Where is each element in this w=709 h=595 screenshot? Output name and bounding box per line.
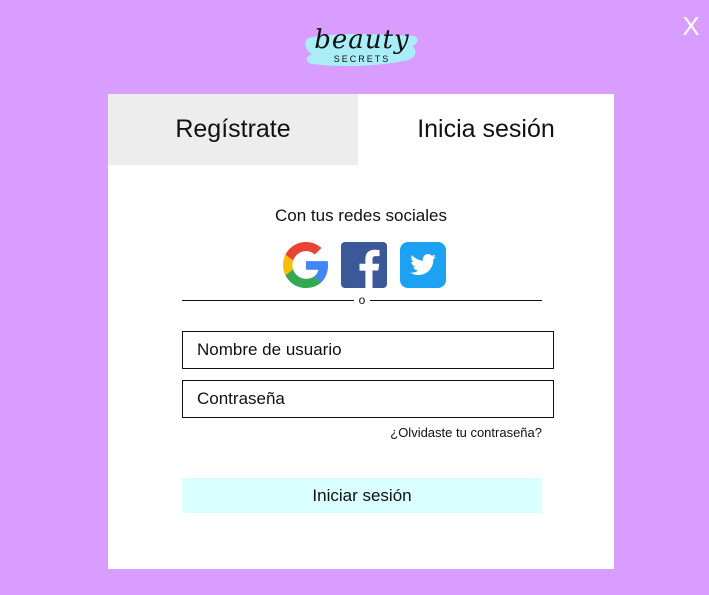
login-dialog: Regístrate Inicia sesión Con tus redes s…	[108, 94, 614, 569]
logo-subtitle: SECRETS	[333, 54, 391, 64]
username-input[interactable]	[182, 331, 554, 369]
tab-login[interactable]: Inicia sesión	[358, 94, 614, 165]
close-button[interactable]: X	[680, 12, 702, 40]
password-input[interactable]	[182, 380, 554, 418]
divider-or: o	[358, 293, 366, 307]
twitter-icon[interactable]	[400, 242, 446, 288]
social-caption: Con tus redes sociales	[275, 206, 447, 225]
login-submit-button[interactable]: Iniciar sesión	[182, 478, 542, 513]
divider-line-right	[370, 300, 542, 301]
google-icon[interactable]	[283, 242, 329, 288]
logo-script-text: beauty	[314, 25, 410, 55]
forgot-password-link[interactable]: ¿Olvidaste tu contraseña?	[338, 425, 542, 440]
brand-logo: beauty SECRETS	[300, 24, 424, 74]
divider-line-left	[182, 300, 354, 301]
tab-register[interactable]: Regístrate	[108, 94, 358, 165]
facebook-icon[interactable]	[341, 242, 387, 288]
